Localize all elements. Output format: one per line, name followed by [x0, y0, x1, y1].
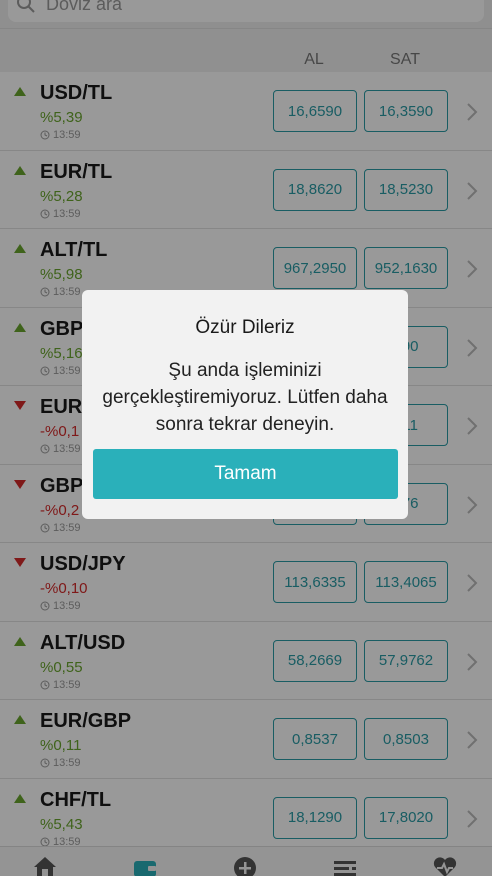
dialog-message: Şu anda işleminizi gerçekleştiremiyoruz.… — [102, 360, 388, 435]
error-dialog: Özür Dileriz Şu anda işleminizi gerçekle… — [82, 290, 408, 519]
dialog-title: Özür Dileriz — [195, 317, 295, 338]
ok-button[interactable]: Tamam — [93, 449, 398, 499]
